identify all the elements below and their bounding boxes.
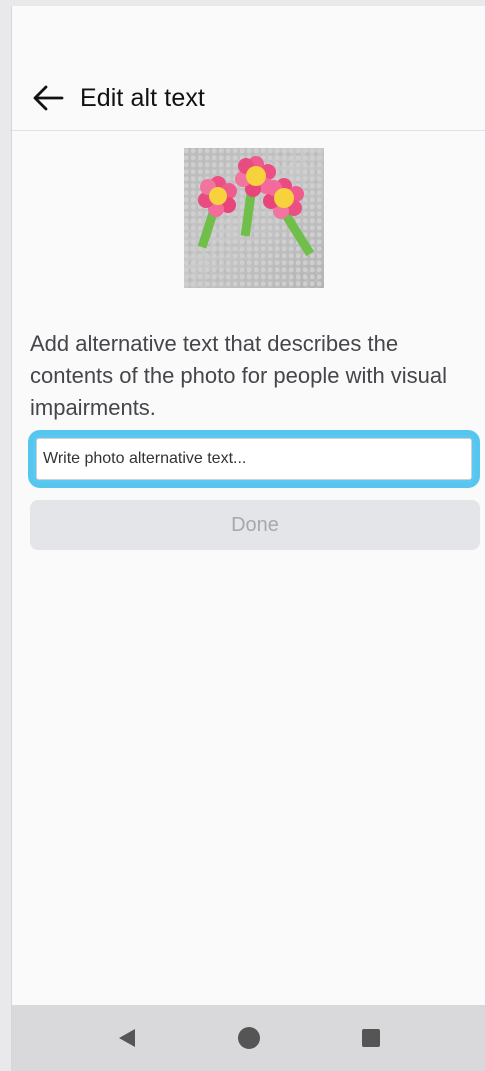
photo-thumbnail[interactable] — [184, 148, 324, 288]
system-nav-bar — [12, 1005, 485, 1071]
app-bar: Edit alt text — [12, 66, 485, 131]
phone-screen: Edit alt text Add alternative text that … — [12, 6, 485, 1071]
alt-text-input-highlight — [28, 430, 480, 488]
square-recents-icon — [361, 1029, 380, 1047]
back-button[interactable] — [26, 76, 70, 120]
flowers-image — [197, 156, 315, 257]
page-title: Edit alt text — [80, 83, 205, 112]
circle-home-icon — [237, 1027, 260, 1049]
nav-home-button[interactable] — [226, 1015, 272, 1061]
back-arrow-icon — [33, 85, 64, 111]
alt-text-description: Add alternative text that describes the … — [30, 331, 448, 420]
triangle-back-icon — [118, 1029, 135, 1047]
nav-recents-button[interactable] — [348, 1015, 394, 1061]
nav-back-button[interactable] — [104, 1015, 150, 1061]
done-button[interactable]: Done — [30, 500, 480, 550]
alt-text-input[interactable] — [36, 438, 472, 480]
status-bar — [12, 6, 485, 62]
